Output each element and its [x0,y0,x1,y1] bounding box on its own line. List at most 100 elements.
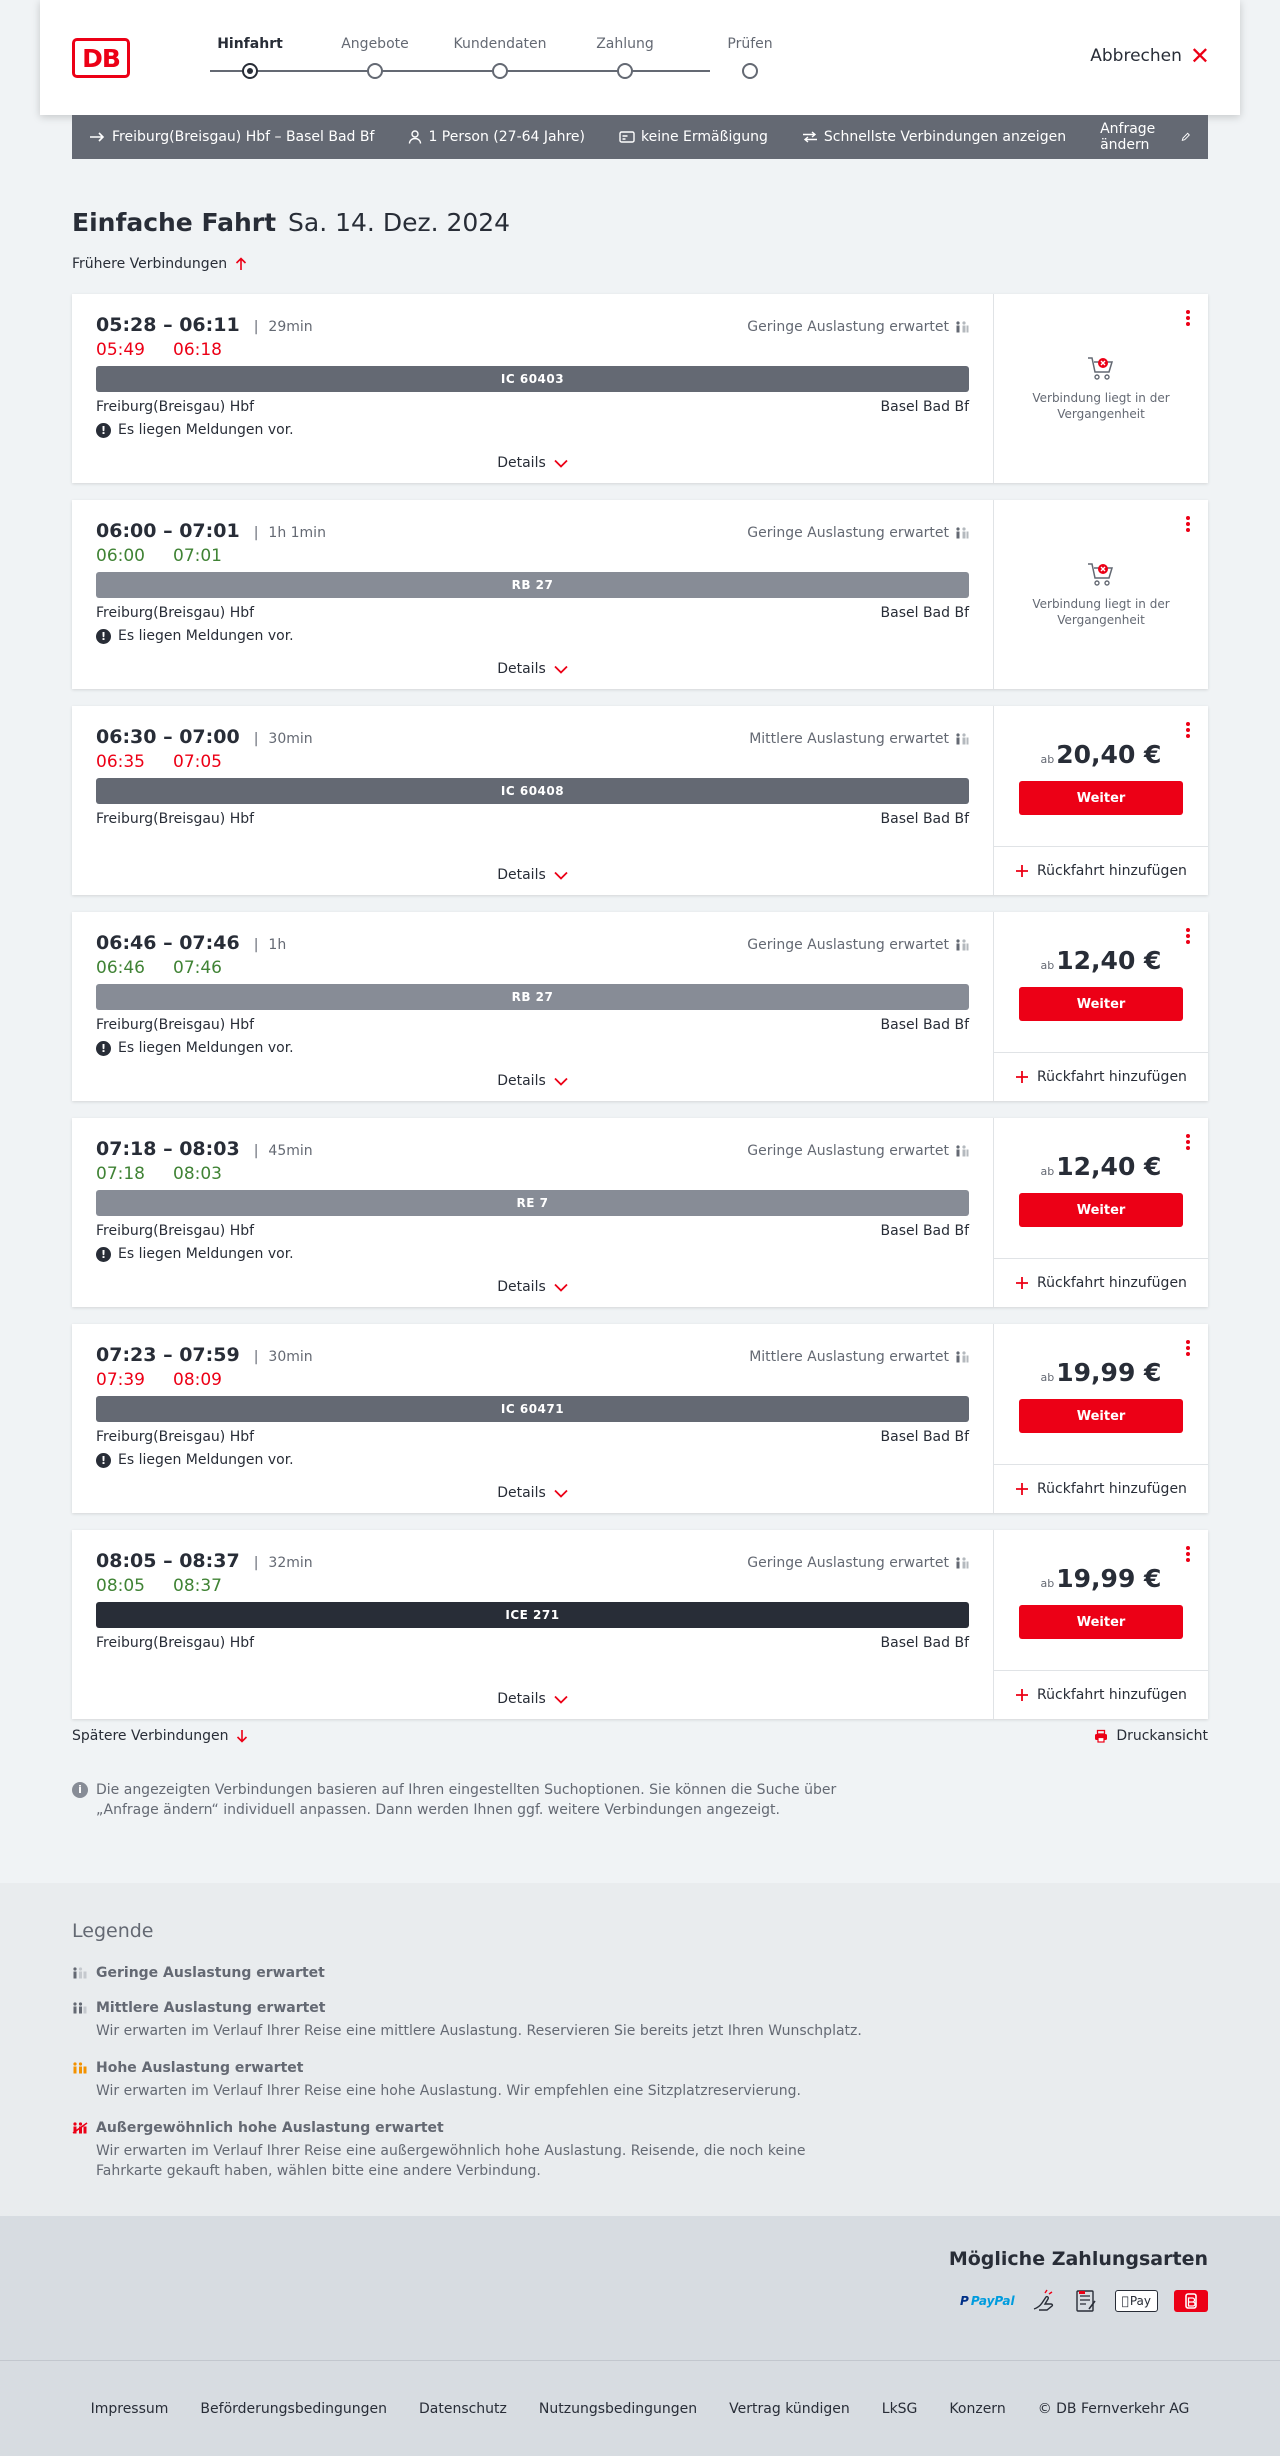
add-return-trip-button[interactable]: Rückfahrt hinzufügen [994,1258,1208,1307]
step-kundendaten[interactable]: Kundendaten [440,34,560,79]
notice-row: ! Es liegen Meldungen vor. [96,1039,969,1057]
legend-description: Wir erwarten im Verlauf Ihrer Reise eine… [96,2143,806,2179]
more-options-icon[interactable] [1184,1338,1192,1358]
footer-link-konzern[interactable]: Konzern [949,2401,1005,2417]
later-connections-link[interactable]: Spätere Verbindungen [72,1728,248,1744]
details-toggle[interactable]: Details [72,1485,993,1501]
realtime-departure: 07:39 [96,1370,145,1390]
more-options-icon[interactable] [1184,720,1192,740]
discount-summary[interactable]: keine Ermäßigung [619,129,768,145]
legend-label: Hohe Auslastung erwartet [96,2060,304,2076]
times-row: 07:23 – 07:59 | 30min Mittlere Auslastun… [96,1344,969,1366]
more-options-icon[interactable] [1184,1544,1192,1564]
planned-times: 06:46 – 07:46 [96,932,240,954]
info-icon: i [72,1782,88,1798]
train-segment-bar[interactable]: IC 60408 [96,778,969,804]
occupancy-icon [956,733,969,745]
train-segment-bar[interactable]: RB 27 [96,572,969,598]
add-return-trip-label: Rückfahrt hinzufügen [1037,1275,1187,1291]
planned-times: 05:28 – 06:11 [96,314,240,336]
cancel-button[interactable]: Abbrechen ✕ [1090,44,1210,68]
route-summary[interactable]: Freiburg(Breisgau) Hbf – Basel Bad Bf [90,129,374,145]
more-options-icon[interactable] [1184,926,1192,946]
paypal-text: PayPal [970,2294,1015,2308]
step-hinfahrt[interactable]: Hinfahrt [190,34,310,79]
notice-row: ! Es liegen Meldungen vor. [96,1451,969,1469]
offer-panel: ab19,99 € Weiter Rückfahrt hinzufügen [994,1530,1208,1719]
passenger-summary[interactable]: 1 Person (27-64 Jahre) [408,129,585,145]
footer-link-impressum[interactable]: Impressum [91,2401,169,2417]
add-return-trip-button[interactable]: Rückfahrt hinzufügen [994,1052,1208,1101]
option-summary[interactable]: Schnellste Verbindungen anzeigen [802,129,1066,145]
route-text: Freiburg(Breisgau) Hbf – Basel Bad Bf [112,129,375,145]
more-options-icon[interactable] [1184,308,1192,328]
realtime-row: 07:39 08:09 [96,1370,969,1390]
info-text: Die angezeigten Verbindungen basieren au… [96,1782,837,1818]
change-search-button[interactable]: Anfrage ändern [1100,121,1190,153]
db-logo[interactable]: DB [72,38,130,78]
departure-station: Freiburg(Breisgau) Hbf [96,1429,255,1445]
chevron-down-icon [554,871,568,880]
footer-link-nutzungsbedingungen[interactable]: Nutzungsbedingungen [539,2401,697,2417]
footer-link-datenschutz[interactable]: Datenschutz [419,2401,507,2417]
stations-row: Freiburg(Breisgau) Hbf Basel Bad Bf [96,1635,969,1651]
separator: | [253,1555,259,1571]
connection-info: 05:28 – 06:11 | 29min Geringe Auslastung… [72,294,994,483]
apple-pay-text: Pay [1129,2294,1151,2308]
realtime-arrival: 07:01 [173,546,222,566]
step-zahlung[interactable]: Zahlung [565,34,685,79]
price-area: ab12,40 € Weiter [994,946,1208,1021]
step-angebote[interactable]: Angebote [315,34,435,79]
details-toggle[interactable]: Details [72,1279,993,1295]
footer-link-vertrag-kuendigen[interactable]: Vertrag kündigen [729,2401,850,2417]
details-toggle[interactable]: Details [72,455,993,471]
connection-card: 05:28 – 06:11 | 29min Geringe Auslastung… [72,294,1208,483]
earlier-connections-link[interactable]: Frühere Verbindungen [72,256,247,272]
add-return-trip-label: Rückfahrt hinzufügen [1037,1687,1187,1703]
occupancy-label: Geringe Auslastung erwartet [747,1143,949,1159]
step-pruefen[interactable]: Prüfen [690,34,810,79]
page-footer: Impressum Beförderungsbedingungen Datens… [0,2360,1280,2456]
cart-unavailable-icon [1088,357,1114,380]
continue-button[interactable]: Weiter [1019,781,1183,815]
train-segment-bar[interactable]: IC 60403 [96,366,969,392]
notice-text: Es liegen Meldungen vor. [118,1246,294,1262]
departure-station: Freiburg(Breisgau) Hbf [96,399,255,415]
stations-row: Freiburg(Breisgau) Hbf Basel Bad Bf [96,1223,969,1239]
continue-button[interactable]: Weiter [1019,1605,1183,1639]
continue-button[interactable]: Weiter [1019,987,1183,1021]
continue-button[interactable]: Weiter [1019,1193,1183,1227]
connection-card: 08:05 – 08:37 | 32min Geringe Auslastung… [72,1530,1208,1719]
details-toggle[interactable]: Details [72,661,993,677]
add-return-trip-button[interactable]: Rückfahrt hinzufügen [994,1464,1208,1513]
planned-times: 06:30 – 07:00 [96,726,240,748]
train-segment-bar[interactable]: RB 27 [96,984,969,1010]
step-dot [617,63,633,79]
print-view-link[interactable]: Druckansicht [1094,1728,1208,1744]
continue-button[interactable]: Weiter [1019,1399,1183,1433]
more-options-icon[interactable] [1184,514,1192,534]
train-segment-bar[interactable]: RE 7 [96,1190,969,1216]
apple-glyph:  [1122,2294,1129,2308]
footer-link-lksg[interactable]: LkSG [882,2401,918,2417]
plus-icon [1016,865,1029,877]
train-segment-bar[interactable]: ICE 271 [96,1602,969,1628]
occupancy-icon [956,1145,969,1157]
occupancy-icon [956,939,969,951]
footer-link-befoerderungsbedingungen[interactable]: Beförderungsbedingungen [200,2401,387,2417]
planned-times: 07:18 – 08:03 [96,1138,240,1160]
details-label: Details [497,1073,546,1089]
details-toggle[interactable]: Details [72,867,993,883]
more-options-icon[interactable] [1184,1132,1192,1152]
add-return-trip-button[interactable]: Rückfahrt hinzufügen [994,846,1208,895]
train-segment-bar[interactable]: IC 60471 [96,1396,969,1422]
occupancy-info: Geringe Auslastung erwartet [747,1143,969,1159]
details-toggle[interactable]: Details [72,1073,993,1089]
sepa-hand-icon [1031,2289,1057,2312]
legend-head: Außergewöhnlich hohe Auslastung erwartet [72,2120,872,2136]
switch-arrows-icon [802,131,817,143]
details-toggle[interactable]: Details [72,1691,993,1707]
add-return-trip-button[interactable]: Rückfahrt hinzufügen [994,1670,1208,1719]
planned-times: 07:23 – 07:59 [96,1344,240,1366]
booking-stepper: Hinfahrt Angebote Kundendaten Zahlung Pr… [172,0,773,115]
